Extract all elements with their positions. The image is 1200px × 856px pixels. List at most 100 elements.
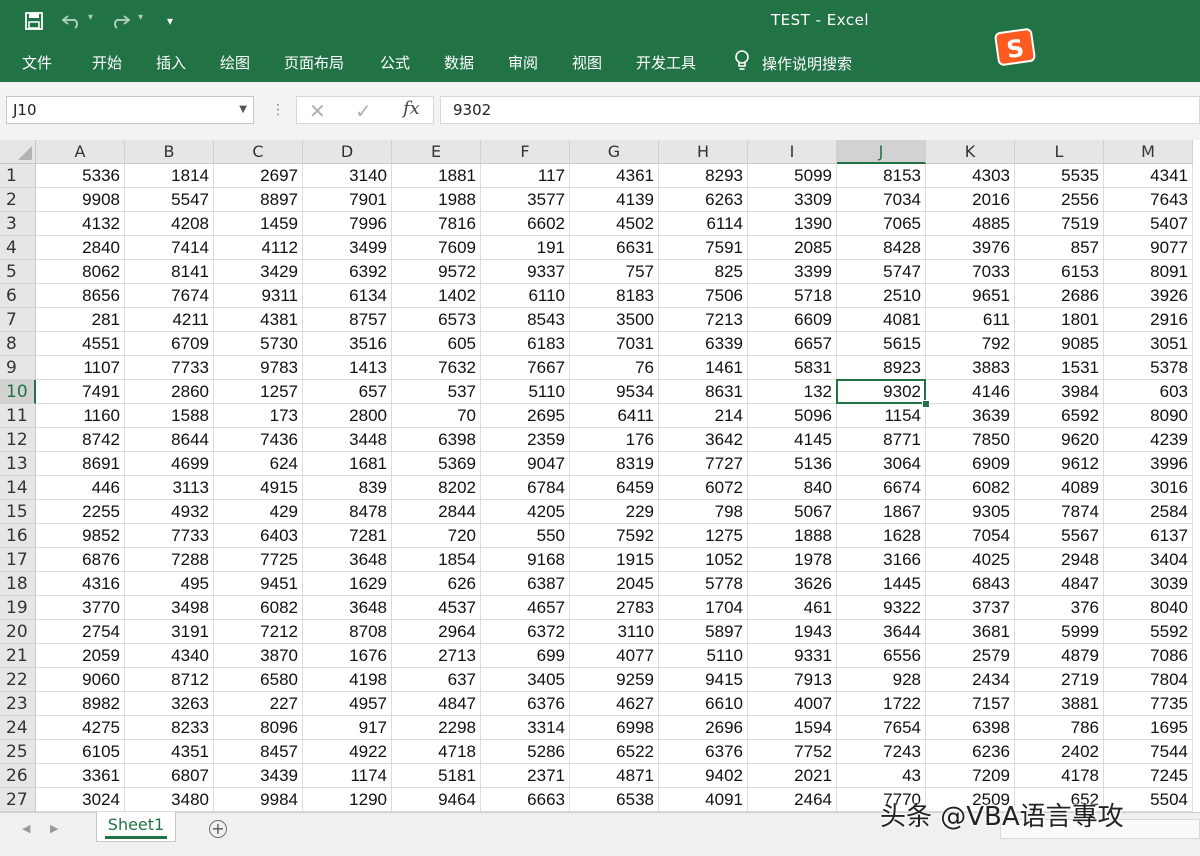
cell-g25[interactable]: 6522 — [570, 740, 659, 764]
row-header-16[interactable]: 16 — [0, 524, 36, 548]
cell-c20[interactable]: 7212 — [214, 620, 303, 644]
cell-f8[interactable]: 6183 — [481, 332, 570, 356]
cell-b26[interactable]: 6807 — [125, 764, 214, 788]
cell-m22[interactable]: 7804 — [1104, 668, 1193, 692]
row-header-20[interactable]: 20 — [0, 620, 36, 644]
cell-f21[interactable]: 699 — [481, 644, 570, 668]
cell-c13[interactable]: 624 — [214, 452, 303, 476]
cell-d3[interactable]: 7996 — [303, 212, 392, 236]
cell-c11[interactable]: 173 — [214, 404, 303, 428]
cell-a23[interactable]: 8982 — [36, 692, 125, 716]
cell-g27[interactable]: 6538 — [570, 788, 659, 812]
cell-j4[interactable]: 8428 — [837, 236, 926, 260]
cell-e11[interactable]: 70 — [392, 404, 481, 428]
cell-k15[interactable]: 9305 — [926, 500, 1015, 524]
cell-i9[interactable]: 5831 — [748, 356, 837, 380]
cell-d15[interactable]: 8478 — [303, 500, 392, 524]
cell-e15[interactable]: 2844 — [392, 500, 481, 524]
cell-k11[interactable]: 3639 — [926, 404, 1015, 428]
cell-j9[interactable]: 8923 — [837, 356, 926, 380]
cell-b19[interactable]: 3498 — [125, 596, 214, 620]
cell-d4[interactable]: 3499 — [303, 236, 392, 260]
tab-developer[interactable]: 开发工具 — [636, 52, 696, 73]
tab-file[interactable]: 文件 — [22, 52, 52, 73]
cell-a22[interactable]: 9060 — [36, 668, 125, 692]
row-header-21[interactable]: 21 — [0, 644, 36, 668]
cell-a21[interactable]: 2059 — [36, 644, 125, 668]
cell-a2[interactable]: 9908 — [36, 188, 125, 212]
cell-j25[interactable]: 7243 — [837, 740, 926, 764]
row-header-15[interactable]: 15 — [0, 500, 36, 524]
cell-i5[interactable]: 3399 — [748, 260, 837, 284]
cell-b1[interactable]: 1814 — [125, 164, 214, 188]
cell-j21[interactable]: 6556 — [837, 644, 926, 668]
column-header-j[interactable]: J — [837, 140, 926, 164]
cell-j15[interactable]: 1867 — [837, 500, 926, 524]
cell-k17[interactable]: 4025 — [926, 548, 1015, 572]
cell-j13[interactable]: 3064 — [837, 452, 926, 476]
cell-l6[interactable]: 2686 — [1015, 284, 1104, 308]
cell-f14[interactable]: 6784 — [481, 476, 570, 500]
cell-e9[interactable]: 7632 — [392, 356, 481, 380]
cell-f23[interactable]: 6376 — [481, 692, 570, 716]
cell-i12[interactable]: 4145 — [748, 428, 837, 452]
cell-k24[interactable]: 6398 — [926, 716, 1015, 740]
cell-j22[interactable]: 928 — [837, 668, 926, 692]
cell-b5[interactable]: 8141 — [125, 260, 214, 284]
cell-e4[interactable]: 7609 — [392, 236, 481, 260]
cell-m18[interactable]: 3039 — [1104, 572, 1193, 596]
cell-h27[interactable]: 4091 — [659, 788, 748, 812]
cell-b11[interactable]: 1588 — [125, 404, 214, 428]
cell-f1[interactable]: 117 — [481, 164, 570, 188]
cell-j2[interactable]: 7034 — [837, 188, 926, 212]
cell-i22[interactable]: 7913 — [748, 668, 837, 692]
cell-b9[interactable]: 7733 — [125, 356, 214, 380]
cell-f2[interactable]: 3577 — [481, 188, 570, 212]
cell-i10[interactable]: 132 — [748, 380, 837, 404]
cell-d25[interactable]: 4922 — [303, 740, 392, 764]
row-header-4[interactable]: 4 — [0, 236, 36, 260]
row-header-12[interactable]: 12 — [0, 428, 36, 452]
cell-e20[interactable]: 2964 — [392, 620, 481, 644]
cell-k23[interactable]: 7157 — [926, 692, 1015, 716]
cell-c6[interactable]: 9311 — [214, 284, 303, 308]
cell-m21[interactable]: 7086 — [1104, 644, 1193, 668]
cell-f4[interactable]: 191 — [481, 236, 570, 260]
cell-a20[interactable]: 2754 — [36, 620, 125, 644]
cell-c25[interactable]: 8457 — [214, 740, 303, 764]
cell-a18[interactable]: 4316 — [36, 572, 125, 596]
cell-d7[interactable]: 8757 — [303, 308, 392, 332]
cell-d20[interactable]: 8708 — [303, 620, 392, 644]
cell-d22[interactable]: 4198 — [303, 668, 392, 692]
cell-g16[interactable]: 7592 — [570, 524, 659, 548]
cell-c21[interactable]: 3870 — [214, 644, 303, 668]
row-header-19[interactable]: 19 — [0, 596, 36, 620]
cell-k18[interactable]: 6843 — [926, 572, 1015, 596]
cell-m3[interactable]: 5407 — [1104, 212, 1193, 236]
cell-k2[interactable]: 2016 — [926, 188, 1015, 212]
cell-i20[interactable]: 1943 — [748, 620, 837, 644]
cell-e23[interactable]: 4847 — [392, 692, 481, 716]
cell-i24[interactable]: 1594 — [748, 716, 837, 740]
cell-b16[interactable]: 7733 — [125, 524, 214, 548]
cell-g10[interactable]: 9534 — [570, 380, 659, 404]
cell-b4[interactable]: 7414 — [125, 236, 214, 260]
cell-k1[interactable]: 4303 — [926, 164, 1015, 188]
cell-i8[interactable]: 6657 — [748, 332, 837, 356]
cell-g11[interactable]: 6411 — [570, 404, 659, 428]
next-sheet-icon[interactable]: ▶ — [50, 822, 58, 835]
cell-g9[interactable]: 76 — [570, 356, 659, 380]
cell-k13[interactable]: 6909 — [926, 452, 1015, 476]
cell-h5[interactable]: 825 — [659, 260, 748, 284]
cell-a26[interactable]: 3361 — [36, 764, 125, 788]
cell-k6[interactable]: 9651 — [926, 284, 1015, 308]
row-header-14[interactable]: 14 — [0, 476, 36, 500]
column-header-f[interactable]: F — [481, 140, 570, 164]
cell-m20[interactable]: 5592 — [1104, 620, 1193, 644]
cell-c7[interactable]: 4381 — [214, 308, 303, 332]
cell-d1[interactable]: 3140 — [303, 164, 392, 188]
cell-d9[interactable]: 1413 — [303, 356, 392, 380]
cell-j12[interactable]: 8771 — [837, 428, 926, 452]
cell-e12[interactable]: 6398 — [392, 428, 481, 452]
cell-g20[interactable]: 3110 — [570, 620, 659, 644]
